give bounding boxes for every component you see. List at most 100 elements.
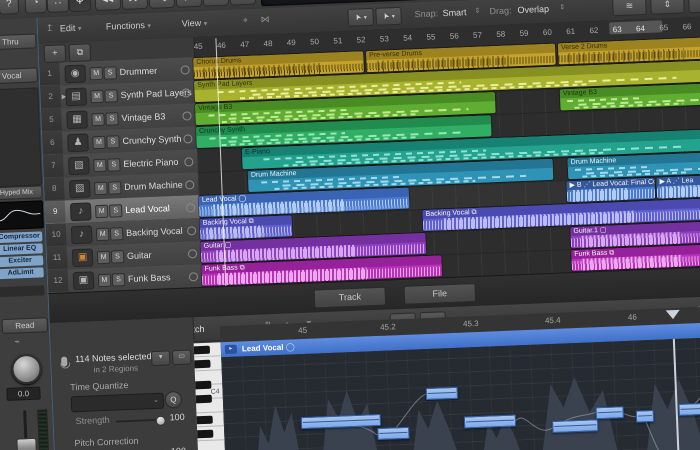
solo-button[interactable]: S xyxy=(103,66,117,80)
input-monitor-icon[interactable] xyxy=(180,65,189,74)
input-monitor-icon[interactable] xyxy=(187,226,196,235)
input-monitor-icon[interactable] xyxy=(188,249,197,258)
strength-slider[interactable] xyxy=(116,419,164,423)
midi-thru-box[interactable]: Thru xyxy=(0,33,37,50)
flex-pitch-note-8[interactable] xyxy=(678,402,700,416)
black-key[interactable] xyxy=(194,346,210,355)
region-lea[interactable]: ▶ A ⋰ Lea xyxy=(656,175,700,199)
duplicate-track-button[interactable]: ⧉ xyxy=(69,43,92,62)
ruler-bar-51: 51 xyxy=(333,36,342,45)
black-key[interactable] xyxy=(197,430,213,439)
vertical-zoom-control[interactable]: ⇕ xyxy=(650,0,685,15)
ruler-bar-66: 66 xyxy=(682,22,691,31)
mute-button[interactable]: M xyxy=(98,274,112,288)
solo-button[interactable]: S xyxy=(109,204,123,218)
waveform-zoom-button[interactable]: ≋ xyxy=(612,0,647,16)
menu-functions[interactable]: Functions ▾ xyxy=(106,20,151,32)
drag-menu[interactable]: Overlap xyxy=(517,4,549,15)
tab-file[interactable]: File xyxy=(403,283,476,305)
track-header-config-icon[interactable]: ↥ xyxy=(46,23,54,34)
mute-button[interactable]: M xyxy=(91,113,105,127)
eq-setting-label[interactable]: Hyped Mix xyxy=(0,185,43,200)
solo-button[interactable]: S xyxy=(106,135,120,149)
solo-button[interactable]: S xyxy=(108,181,122,195)
input-monitor-icon[interactable] xyxy=(189,272,198,281)
horizontal-zoom-control[interactable]: ⇔ xyxy=(688,0,700,13)
black-key[interactable] xyxy=(195,381,211,390)
region-backing-vocal[interactable]: Backing Vocal ⧉ xyxy=(200,215,293,240)
count-in-button[interactable]: ◔ xyxy=(24,0,47,14)
stop-button[interactable]: ◀ xyxy=(148,0,175,9)
region-lead-vocal-final-co[interactable]: ▶ B ⋰ Lead Vocal: Final Co xyxy=(566,178,655,203)
solo-button[interactable]: S xyxy=(105,112,119,126)
flex-pitch-note-5[interactable] xyxy=(552,419,598,433)
mute-button[interactable]: M xyxy=(92,136,106,150)
mute-button[interactable]: M xyxy=(97,251,111,265)
solo-button[interactable]: S xyxy=(112,273,126,287)
play-button[interactable]: ▶ xyxy=(175,0,202,8)
catch-playhead-icon[interactable]: ⌖ xyxy=(242,15,248,26)
black-key[interactable] xyxy=(196,395,212,404)
solo-button[interactable]: S xyxy=(107,158,121,172)
help-button[interactable]: ? xyxy=(0,0,19,15)
plugin-slot-linear-eq[interactable]: Linear EQ xyxy=(0,243,43,255)
mute-button[interactable]: M xyxy=(94,182,108,196)
link-icon[interactable]: ⋈ xyxy=(260,14,269,25)
add-track-button[interactable]: + xyxy=(44,44,67,63)
eq-thumbnail[interactable] xyxy=(0,200,44,230)
solo-button[interactable]: S xyxy=(104,89,118,103)
plugin-slot-compressor[interactable]: Compressor xyxy=(0,231,42,243)
strength-label: Strength xyxy=(75,415,109,426)
record-button[interactable]: ● xyxy=(229,0,256,6)
editor-playhead-marker[interactable] xyxy=(666,310,680,320)
input-monitor-icon[interactable] xyxy=(185,180,194,189)
input-monitor-icon[interactable] xyxy=(186,203,195,212)
quantize-button[interactable]: Q xyxy=(165,391,183,409)
flex-pitch-note-3[interactable] xyxy=(426,387,458,400)
black-key[interactable] xyxy=(197,416,213,425)
time-quantize-dropdown[interactable]: ⌄ xyxy=(71,393,165,413)
channel-setting-button[interactable]: Vocal xyxy=(0,67,38,84)
mute-button[interactable]: M xyxy=(96,228,110,242)
flex-pitch-note-7[interactable] xyxy=(636,410,654,423)
pause-button[interactable]: ▮▮ xyxy=(202,0,229,7)
vocal-waveform-silhouette xyxy=(221,337,700,450)
mute-button[interactable]: M xyxy=(95,205,109,219)
mute-button[interactable]: M xyxy=(90,90,104,104)
flex-pitch-note-2[interactable] xyxy=(377,427,409,440)
input-monitor-icon[interactable] xyxy=(183,134,192,143)
solo-button[interactable]: S xyxy=(111,250,125,264)
command-tool-menu[interactable]: ➤ ▾ xyxy=(375,7,402,26)
black-key[interactable] xyxy=(194,360,210,369)
local-inspector-button[interactable]: ▾ xyxy=(151,350,171,366)
snap-menu[interactable]: Smart xyxy=(442,7,466,18)
mute-button[interactable]: M xyxy=(93,159,107,173)
pointer-tool-menu[interactable]: ➤ ▾ xyxy=(347,8,374,27)
metronome-button[interactable]: ∴ xyxy=(46,0,69,13)
plugin-slot-adlimit[interactable]: AdLimit xyxy=(0,267,44,279)
editor-ruler-tick-45.3: 45.3 xyxy=(463,319,479,329)
menu-edit[interactable]: Edit ▾ xyxy=(60,23,82,34)
strength-slider-handle[interactable] xyxy=(156,416,166,426)
tuner-button[interactable]: Ψ xyxy=(68,0,91,12)
mute-button[interactable]: M xyxy=(89,67,103,81)
input-monitor-icon[interactable] xyxy=(184,157,193,166)
volume-fader[interactable] xyxy=(16,438,37,450)
input-monitor-icon[interactable] xyxy=(182,111,191,120)
rewind-button[interactable]: ◀◀ xyxy=(94,0,121,11)
ruler-bar-64: 64 xyxy=(636,24,645,33)
view-options-button[interactable]: ▭ xyxy=(172,349,192,365)
plugin-slot-exciter[interactable]: Exciter xyxy=(0,255,43,267)
menu-view[interactable]: View ▾ xyxy=(182,18,208,29)
flex-pitch-note-4[interactable] xyxy=(464,415,516,429)
empty-plugin-slot[interactable] xyxy=(0,285,45,297)
ruler-bar-47: 47 xyxy=(240,40,249,49)
white-key[interactable] xyxy=(198,440,226,450)
tab-track[interactable]: Track xyxy=(314,287,387,309)
flex-pitch-canvas[interactable] xyxy=(221,337,700,450)
solo-button[interactable]: S xyxy=(110,227,124,241)
automation-mode-button[interactable]: Read xyxy=(1,317,48,334)
pan-knob[interactable] xyxy=(11,354,42,385)
forward-button[interactable]: ▶▶ xyxy=(121,0,148,10)
flex-pitch-note-6[interactable] xyxy=(596,406,624,419)
